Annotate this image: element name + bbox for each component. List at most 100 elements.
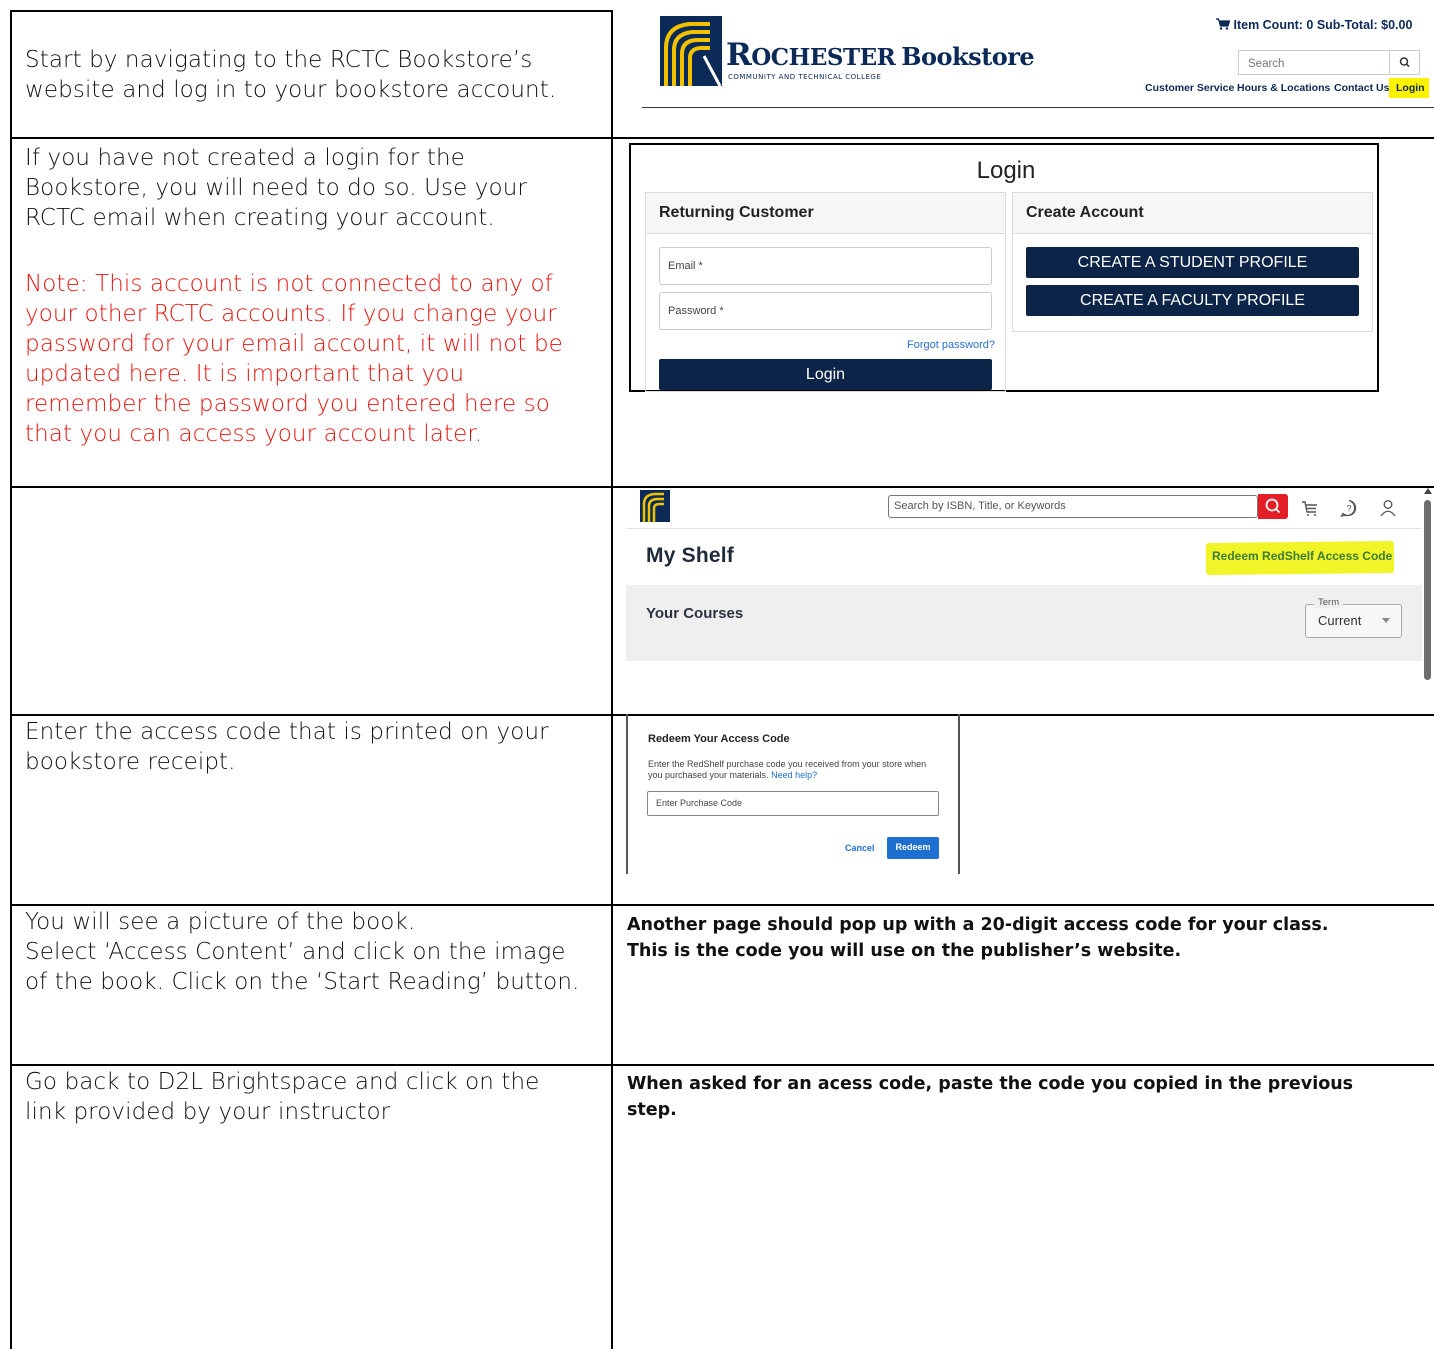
scroll-up-icon[interactable] [1424, 488, 1432, 494]
brand-bookstore: Bookstore [901, 42, 1035, 71]
create-student-profile-button[interactable]: CREATE A STUDENT PROFILE [1026, 247, 1359, 278]
search-icon[interactable] [1390, 51, 1420, 74]
step-4-line: bookstore receipt. [25, 749, 236, 775]
redeem-dialog-border-left [626, 714, 628, 874]
cart-icon[interactable] [1299, 497, 1321, 519]
table-border-left [10, 10, 12, 1349]
email-label: Email * [668, 260, 703, 272]
note-line: updated here. It is important that you [25, 361, 465, 387]
nav-contact-us[interactable]: Contact Us [1334, 82, 1389, 94]
brand-name: OCHESTER [751, 44, 896, 71]
page-title: My Shelf [646, 544, 734, 567]
login-title: Login [976, 157, 1036, 184]
your-courses-heading: Your Courses [646, 605, 744, 622]
note-line: your other RCTC accounts. If you change … [25, 301, 557, 327]
help-icon[interactable]: ? [1338, 497, 1360, 519]
step-5-result-line: This is the code you will use on the pub… [627, 941, 1182, 961]
step-5-line: You will see a picture of the book. [25, 909, 416, 935]
step-5-result-text: Another page should pop up with a 20-dig… [627, 912, 1328, 964]
scrollbar[interactable] [1424, 500, 1431, 680]
rochester-logo-icon[interactable] [660, 16, 722, 86]
create-account-header: Create Account [1013, 193, 1372, 234]
step-2-line: RCTC email when creating your account. [25, 205, 495, 231]
step-6-text: Go back to D2L Brightspace and click on … [25, 1067, 539, 1127]
forgot-password-link[interactable]: Forgot password? [907, 339, 995, 351]
redeem-desc-line-2: you purchased your materials. Need help? [648, 770, 948, 781]
user-icon[interactable] [1377, 497, 1399, 519]
create-account-heading: Create Account [1026, 204, 1144, 221]
account-note: Note: This account is not connected to a… [25, 269, 563, 449]
redeem-dialog-description: Enter the RedShelf purchase code you rec… [648, 759, 948, 780]
step-5-text: You will see a picture of the book. Sele… [25, 907, 579, 997]
login-screenshot: Login Returning Customer Email * Passwor… [629, 143, 1379, 392]
search-icon [1265, 498, 1281, 514]
redeem-dialog-border-right [958, 714, 960, 874]
step-2-text: If you have not created a login for the … [25, 143, 527, 233]
term-value: Current [1318, 613, 1362, 628]
redeem-button[interactable]: Redeem [887, 837, 939, 859]
step-6-line: link provided by your instructor [25, 1099, 391, 1125]
step-4-line: Enter the access code that is printed on… [25, 719, 549, 745]
shelf-search-button[interactable] [1258, 494, 1288, 519]
returning-customer-panel: Returning Customer Email * Password * Fo… [645, 192, 1006, 392]
step-6-result-line: When asked for an acess code, paste the … [627, 1074, 1354, 1094]
password-label: Password * [668, 305, 724, 317]
step-6-line: Go back to D2L Brightspace and click on … [25, 1069, 540, 1095]
cart-icon [1216, 18, 1231, 30]
step-5-result-line: Another page should pop up with a 20-dig… [627, 915, 1329, 935]
term-label: Term [1314, 597, 1344, 608]
purchase-code-placeholder: Enter Purchase Code [656, 798, 743, 808]
login-button[interactable]: Login [659, 359, 992, 390]
nav-customer-service[interactable]: Customer Service [1145, 82, 1234, 94]
nav-login[interactable]: Login [1396, 82, 1425, 94]
courses-section [626, 585, 1422, 661]
row-divider [10, 1064, 1434, 1066]
cart-text: Item Count: 0 Sub-Total: $0.00 [1233, 18, 1413, 32]
step-5-line: of the book. Click on the ‘Start Reading… [25, 969, 580, 995]
redeem-desc-text: you purchased your materials. [648, 769, 769, 780]
step-6-result-line: step. [627, 1100, 677, 1120]
cart-summary[interactable]: Item Count: 0 Sub-Total: $0.00 [1216, 18, 1412, 32]
row-divider [10, 714, 1434, 716]
row-divider [10, 904, 1434, 906]
step-5-line: Select ‘Access Content’ and click on the… [25, 939, 566, 965]
email-field[interactable]: Email * [659, 247, 992, 285]
table-border-top [10, 10, 613, 12]
step-2-line: If you have not created a login for the [25, 145, 465, 171]
redeem-button-label: Redeem [895, 842, 931, 852]
search-input[interactable] [1239, 51, 1400, 76]
shelf-header-divider [626, 528, 1422, 529]
step-1-line: Start by navigating to the RCTC Bookstor… [25, 47, 533, 73]
note-line: password for your email account, it will… [25, 331, 563, 357]
password-field[interactable]: Password * [659, 292, 992, 330]
returning-customer-heading: Returning Customer [659, 204, 814, 221]
brand-subtitle: COMMUNITY AND TECHNICAL COLLEGE [728, 73, 882, 81]
shelf-search-input[interactable]: Search by ISBN, Title, or Keywords [888, 495, 1258, 518]
create-faculty-profile-button[interactable]: CREATE A FACULTY PROFILE [1026, 285, 1359, 316]
need-help-link[interactable]: Need help? [771, 770, 817, 780]
note-line: that you can access your account later. [25, 421, 483, 447]
redeem-desc-line: Enter the RedShelf purchase code you rec… [648, 759, 927, 769]
table-column-divider [611, 10, 613, 1349]
redshelf-logo-icon[interactable] [640, 490, 670, 522]
bookstore-brand[interactable]: ROCHESTER Bookstore [726, 37, 1035, 73]
bookstore-search [1238, 50, 1420, 76]
note-line: remember the password you entered here s… [25, 391, 550, 417]
step-6-result-text: When asked for an acess code, paste the … [627, 1071, 1353, 1123]
cancel-button[interactable]: Cancel [845, 843, 875, 853]
nav-hours-locations[interactable]: Hours & Locations [1237, 82, 1330, 94]
step-4-text: Enter the access code that is printed on… [25, 717, 549, 777]
chevron-down-icon[interactable] [1382, 618, 1390, 623]
row-divider [10, 137, 1434, 139]
returning-customer-header: Returning Customer [646, 193, 1005, 234]
step-2-line: Bookstore, you will need to do so. Use y… [25, 175, 527, 201]
purchase-code-input[interactable]: Enter Purchase Code [647, 791, 939, 816]
note-line: Note: This account is not connected to a… [25, 271, 553, 297]
redeem-access-code-link[interactable]: Redeem RedShelf Access Code [1212, 549, 1392, 563]
header-divider [642, 107, 1434, 108]
redeem-dialog-title: Redeem Your Access Code [648, 733, 790, 745]
row-divider [10, 486, 1434, 488]
step-1-line: website and log in to your bookstore acc… [25, 77, 557, 103]
create-account-panel: Create Account CREATE A STUDENT PROFILE … [1012, 192, 1373, 332]
svg-text:?: ? [1346, 504, 1351, 514]
